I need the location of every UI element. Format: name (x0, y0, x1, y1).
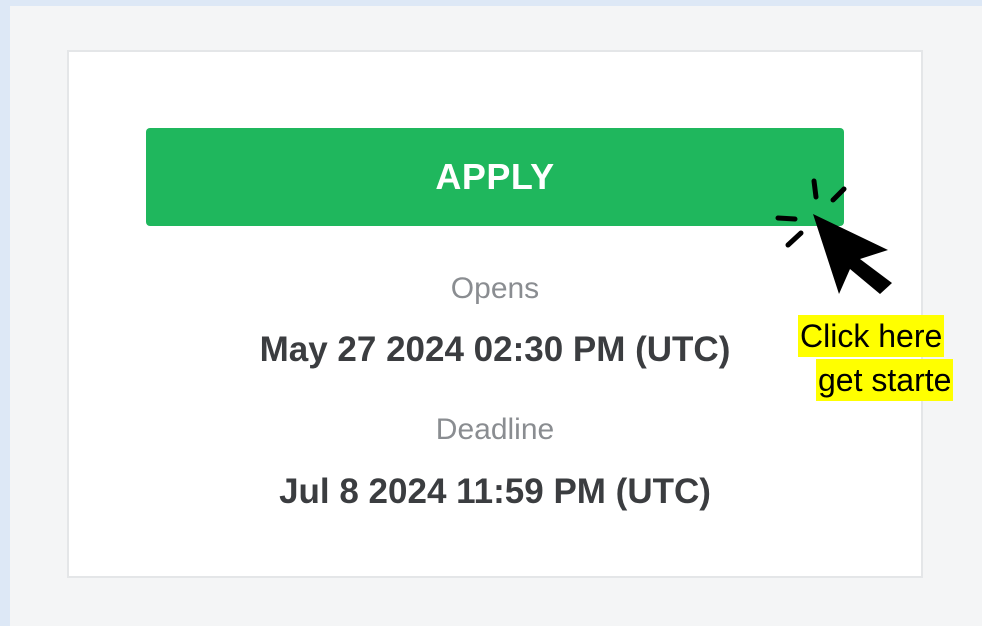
apply-button-label: APPLY (435, 156, 555, 197)
callout-line-2: get starte (816, 359, 954, 401)
apply-button[interactable]: APPLY (146, 128, 844, 226)
opens-date: May 27 2024 02:30 PM (UTC) (259, 330, 731, 369)
callout-line-1: Click here (798, 315, 945, 357)
click-pointer-icon (775, 178, 892, 294)
deadline-date: Jul 8 2024 11:59 PM (UTC) (279, 472, 711, 511)
opens-label: Opens (450, 272, 540, 305)
page-frame-top (0, 0, 982, 6)
deadline-label: Deadline (435, 413, 555, 446)
page-frame-left (0, 0, 10, 626)
